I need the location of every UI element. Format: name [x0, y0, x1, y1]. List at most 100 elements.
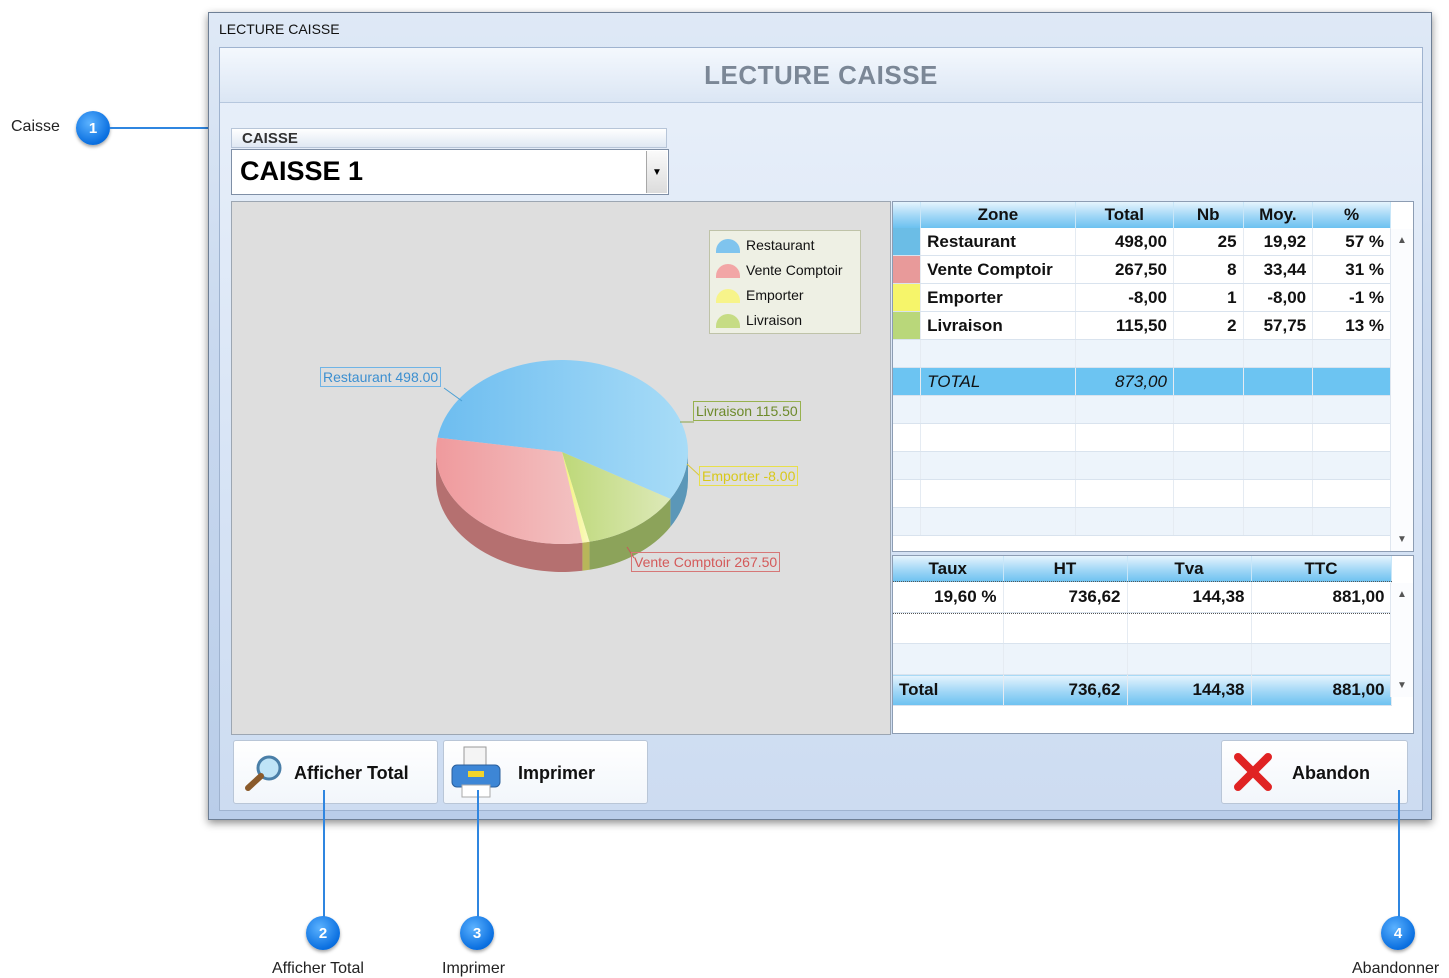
imprimer-label: Imprimer: [518, 763, 596, 783]
afficher-total-label: Afficher Total: [294, 763, 409, 783]
cell-moy: 19,92: [1243, 228, 1314, 256]
zones-grid[interactable]: Zone Total Nb Moy. % Restaurant 498,00 2…: [892, 201, 1414, 552]
legend-swatch: [716, 289, 740, 303]
header-taux[interactable]: Taux: [893, 556, 1004, 582]
header-total[interactable]: Total: [1075, 202, 1174, 228]
header-band: LECTURE CAISSE: [220, 48, 1422, 103]
header-ttc[interactable]: TTC: [1251, 556, 1392, 582]
callout-label-abandonner: Abandonner: [1352, 960, 1440, 977]
total-swatch: [893, 367, 922, 396]
cell-pct: -1 %: [1312, 283, 1391, 312]
pie-data-label-livraison: Livraison 115.50: [693, 401, 801, 421]
cell-total: -8,00: [1075, 283, 1174, 312]
legend-text: Livraison: [746, 312, 803, 328]
cell-zone: Restaurant: [920, 228, 1076, 256]
legend-text: Vente Comptoir: [746, 262, 843, 278]
cell-total: 115,50: [1075, 311, 1174, 340]
table-row[interactable]: Restaurant 498,00 25 19,92 57 %: [893, 228, 1391, 256]
pie-slice-side-emporter: [582, 541, 590, 571]
header-tva[interactable]: Tva: [1127, 556, 1252, 582]
table-row: [893, 643, 1392, 675]
page-title: LECTURE CAISSE: [704, 59, 938, 90]
cell-zone: Vente Comptoir: [920, 255, 1076, 284]
cell-ht: 736,62: [1003, 582, 1128, 613]
callout-line-2: [323, 790, 325, 918]
zones-table: Zone Total Nb Moy. % Restaurant 498,00 2…: [893, 202, 1391, 536]
caisse-dropdown[interactable]: CAISSE 1 ▼: [231, 149, 669, 195]
cell-nb: 2: [1173, 311, 1244, 340]
chevron-down-icon[interactable]: ▼: [646, 151, 667, 193]
scroll-up-icon[interactable]: ▲: [1397, 235, 1407, 246]
footer-ttc: 881,00: [1251, 674, 1392, 706]
footer-tva: 144,38: [1127, 674, 1252, 706]
chart-legend: Restaurant Vente Comptoir Emporter Livra…: [709, 230, 861, 334]
table-row[interactable]: Emporter -8,00 1 -8,00 -1 %: [893, 283, 1391, 312]
header-nb[interactable]: Nb: [1173, 202, 1244, 228]
window-client-area: LECTURE CAISSE CAISSE CAISSE 1 ▼ Restaur…: [219, 47, 1423, 811]
pie-data-label-emporter: Emporter -8.00: [699, 466, 799, 486]
header-ht[interactable]: HT: [1003, 556, 1128, 582]
zone-color-swatch: [893, 283, 922, 312]
zone-color-swatch: [893, 311, 922, 340]
imprimer-button[interactable]: Imprimer: [443, 740, 648, 804]
tva-table: Taux HT Tva TTC 19,60 % 736,62 144,38 88…: [893, 556, 1392, 706]
footer-ht: 736,62: [1003, 674, 1128, 706]
table-row[interactable]: 19,60 % 736,62 144,38 881,00: [893, 581, 1392, 614]
header-pct[interactable]: %: [1312, 202, 1391, 228]
lecture-caisse-window: LECTURE CAISSE LECTURE CAISSE CAISSE CAI…: [208, 12, 1432, 820]
legend-text: Restaurant: [746, 237, 815, 253]
cell-pct: 31 %: [1312, 255, 1391, 284]
tva-grid[interactable]: Taux HT Tva TTC 19,60 % 736,62 144,38 88…: [892, 555, 1414, 734]
scroll-down-icon[interactable]: ▼: [1397, 680, 1407, 691]
cell-zone: Emporter: [920, 283, 1076, 312]
callout-label-caisse: Caisse: [11, 118, 60, 135]
header-moy[interactable]: Moy.: [1243, 202, 1314, 228]
leader-line-restaurant: [443, 387, 463, 402]
table-row: [893, 612, 1392, 644]
footer-label: Total: [893, 674, 1004, 706]
scroll-down-icon[interactable]: ▼: [1397, 534, 1407, 545]
header-zone[interactable]: Zone: [920, 202, 1076, 228]
zones-header-row: Zone Total Nb Moy. %: [893, 202, 1391, 228]
cell-tva: 144,38: [1127, 582, 1252, 613]
header-color: [893, 202, 922, 228]
legend-text: Emporter: [746, 287, 804, 303]
cell-nb: 8: [1173, 255, 1244, 284]
table-row[interactable]: Livraison 115,50 2 57,75 13 %: [893, 311, 1391, 340]
pie-data-label-restaurant: Restaurant 498.00: [320, 367, 442, 387]
table-row: [893, 423, 1391, 452]
window-title: LECTURE CAISSE: [219, 21, 340, 37]
callout-line-3: [477, 790, 479, 918]
table-row[interactable]: Vente Comptoir 267,50 8 33,44 31 %: [893, 255, 1391, 284]
callout-badge-3: 3: [460, 916, 494, 950]
table-row: [893, 451, 1391, 480]
caisse-selected-value: CAISSE 1: [240, 156, 364, 186]
cell-moy: 33,44: [1243, 255, 1314, 284]
zone-color-swatch: [893, 255, 922, 284]
pie-data-label-vente-comptoir: Vente Comptoir 267.50: [631, 552, 781, 572]
abandon-label: Abandon: [1292, 763, 1370, 783]
legend-swatch: [716, 239, 740, 253]
cell-nb: 25: [1173, 228, 1244, 256]
scroll-up-icon[interactable]: ▲: [1397, 589, 1407, 600]
callout-badge-2: 2: [306, 916, 340, 950]
tva-footer-row: Total 736,62 144,38 881,00: [893, 674, 1392, 706]
abandon-button[interactable]: Abandon: [1221, 740, 1408, 804]
callout-label-afficher-total: Afficher Total: [272, 960, 364, 977]
cell-moy: 57,75: [1243, 311, 1314, 340]
legend-swatch: [716, 314, 740, 328]
cell-moy: -8,00: [1243, 283, 1314, 312]
caisse-field-label: CAISSE: [231, 128, 667, 148]
cell-nb: 1: [1173, 283, 1244, 312]
table-row: [893, 507, 1391, 536]
zone-color-swatch: [893, 228, 922, 256]
zones-scrollbar[interactable]: ▲ ▼: [1390, 229, 1413, 551]
magnifier-icon: [245, 755, 282, 791]
table-row: [893, 479, 1391, 508]
callout-label-imprimer: Imprimer: [442, 960, 506, 977]
cell-pct: 57 %: [1312, 228, 1391, 256]
total-row[interactable]: TOTAL 873,00: [893, 367, 1391, 396]
afficher-total-button[interactable]: Afficher Total: [233, 740, 438, 804]
tva-scrollbar[interactable]: ▲ ▼: [1390, 583, 1413, 697]
cell-ttc: 881,00: [1251, 582, 1392, 613]
